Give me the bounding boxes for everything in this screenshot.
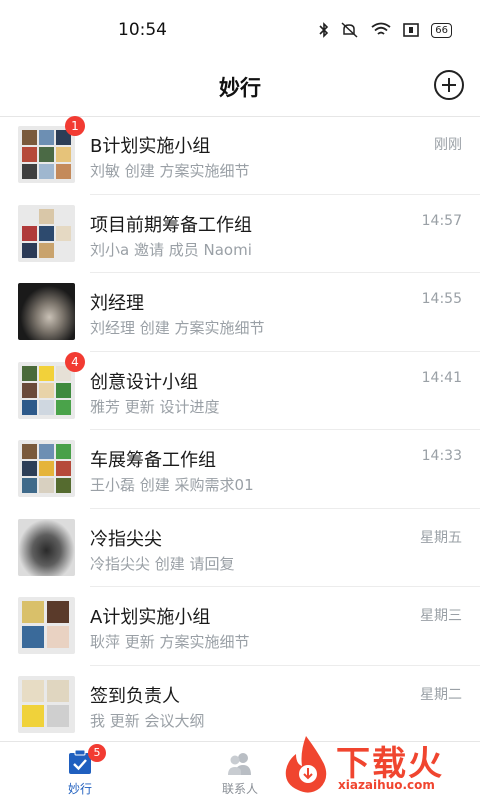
mute-icon bbox=[341, 22, 358, 38]
tab-contacts[interactable]: 联系人 bbox=[190, 742, 290, 800]
conversation-preview: 冷指尖尖 创建 请回复 bbox=[90, 554, 235, 573]
conversation-time: 14:55 bbox=[421, 291, 462, 307]
group-avatar: 4 bbox=[18, 351, 85, 419]
conversation-name: 车展筹备工作组 bbox=[90, 450, 216, 471]
status-bar: 10:54 66 bbox=[0, 0, 480, 62]
conversation-name: B计划实施小组 bbox=[90, 136, 211, 157]
tab-miaoxing[interactable]: 5 妙行 bbox=[30, 742, 130, 800]
group-avatar bbox=[18, 440, 75, 497]
list-item[interactable]: 1 B计划实施小组 刘敏 创建 方案实施细节 刚刚 bbox=[0, 116, 480, 195]
conversation-preview: 刘小a 邀请 成员 Naomi bbox=[90, 240, 252, 259]
tab-label: 妙行 bbox=[67, 782, 92, 796]
group-avatar bbox=[18, 675, 75, 733]
conversation-time: 14:57 bbox=[421, 212, 462, 229]
conversation-name: 创意设计小组 bbox=[90, 371, 198, 393]
list-item[interactable]: 刘经理 刘经理 创建 方案实施细节 14:55 bbox=[0, 273, 480, 352]
watermark-logo: 下载火 xiazaihuo.com bbox=[278, 734, 468, 794]
group-avatar: 1 bbox=[18, 116, 85, 183]
conversation-time: 刚刚 bbox=[434, 137, 462, 153]
sim-icon bbox=[403, 23, 420, 37]
group-avatar bbox=[18, 597, 75, 654]
conversation-time: 星期三 bbox=[420, 608, 462, 624]
conversation-name: 刘经理 bbox=[90, 293, 144, 314]
conversation-name: A计划实施小组 bbox=[90, 607, 211, 628]
list-item[interactable]: 项目前期筹备工作组 刘小a 邀请 成员 Naomi 14:57 bbox=[0, 195, 480, 274]
bluetooth-icon bbox=[319, 22, 329, 38]
conversation-name: 项目前期筹备工作组 bbox=[90, 214, 252, 236]
conversation-time: 星期五 bbox=[420, 529, 462, 546]
conversation-preview: 耿萍 更新 方案实施细节 bbox=[90, 633, 250, 651]
contact-avatar bbox=[18, 283, 75, 340]
contact-avatar bbox=[18, 518, 75, 576]
conversation-name: 冷指尖尖 bbox=[90, 528, 162, 550]
conversation-time: 星期二 bbox=[420, 686, 462, 703]
status-icons: 66 bbox=[319, 22, 452, 38]
conversation-preview: 刘经理 创建 方案实施细节 bbox=[90, 319, 265, 337]
conversation-list: 1 B计划实施小组 刘敏 创建 方案实施细节 刚刚 项目前期筹备工作组 刘小a … bbox=[0, 116, 480, 744]
conversation-preview: 王小磊 创建 采购需求01 bbox=[90, 476, 254, 494]
contacts-icon bbox=[228, 753, 251, 775]
conversation-time: 14:41 bbox=[421, 369, 462, 386]
group-avatar bbox=[18, 204, 75, 262]
tab-label: 联系人 bbox=[221, 782, 258, 796]
app-header: 妙行 bbox=[0, 62, 480, 117]
status-time: 10:54 bbox=[118, 20, 167, 40]
watermark-url: xiazaihuo.com bbox=[338, 778, 435, 792]
tab-badge: 5 bbox=[88, 744, 106, 762]
wifi-icon bbox=[371, 22, 391, 35]
list-item[interactable]: 4 创意设计小组 雅芳 更新 设计进度 14:41 bbox=[0, 351, 480, 431]
list-item[interactable]: A计划实施小组 耿萍 更新 方案实施细节 星期三 bbox=[0, 587, 480, 666]
conversation-preview: 我 更新 会议大纲 bbox=[90, 711, 205, 730]
conversation-time: 14:33 bbox=[421, 448, 462, 464]
list-item[interactable]: 车展筹备工作组 王小磊 创建 采购需求01 14:33 bbox=[0, 430, 480, 509]
battery-icon: 66 bbox=[431, 22, 452, 38]
unread-badge: 4 bbox=[65, 351, 85, 372]
add-icon[interactable] bbox=[434, 70, 464, 100]
conversation-name: 签到负责人 bbox=[90, 685, 180, 707]
list-item[interactable]: 签到负责人 我 更新 会议大纲 星期二 bbox=[0, 666, 480, 745]
conversation-preview: 雅芳 更新 设计进度 bbox=[90, 397, 220, 416]
unread-badge: 1 bbox=[65, 116, 85, 136]
flame-icon bbox=[285, 736, 327, 793]
list-item[interactable]: 冷指尖尖 冷指尖尖 创建 请回复 星期五 bbox=[0, 509, 480, 588]
page-title: 妙行 bbox=[219, 76, 261, 100]
conversation-preview: 刘敏 创建 方案实施细节 bbox=[90, 162, 250, 180]
